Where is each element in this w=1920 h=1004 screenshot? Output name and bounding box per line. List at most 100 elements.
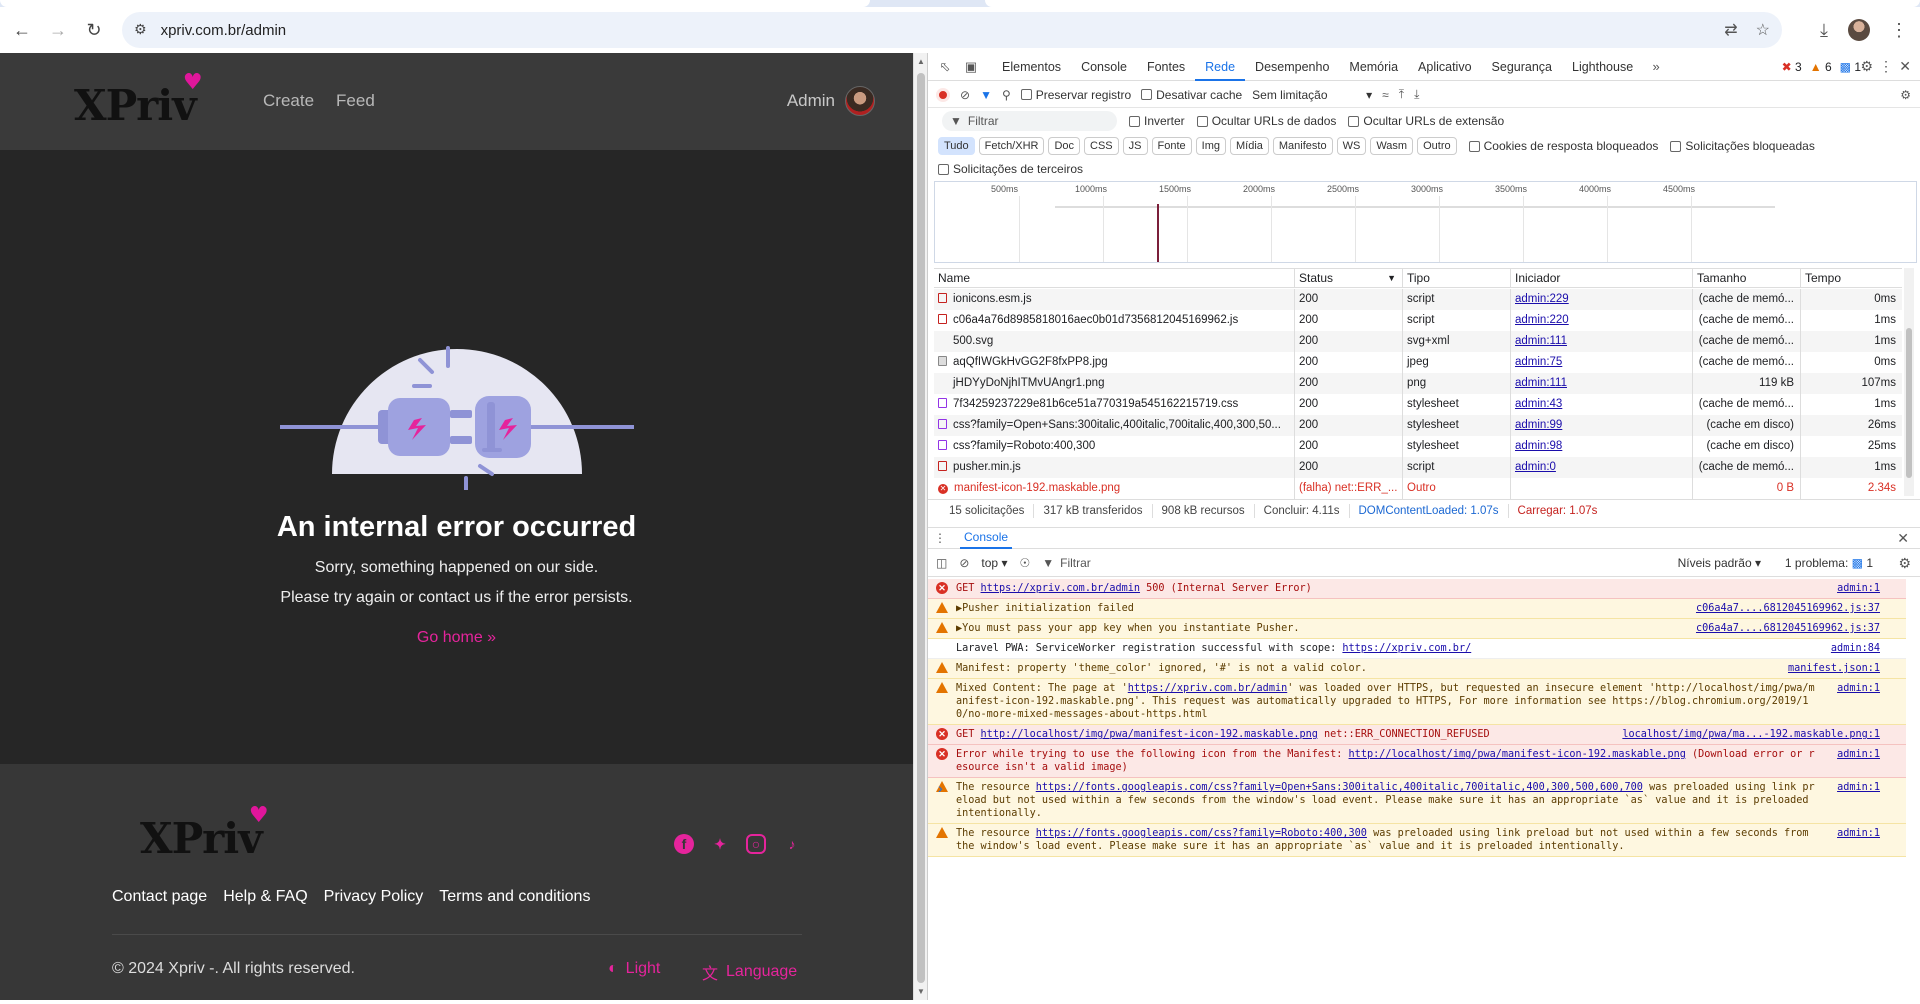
search-icon[interactable]: ⚲ [1002, 88, 1011, 102]
hide-extension-urls-checkbox[interactable]: Ocultar URLs de extensão [1348, 114, 1504, 128]
console-message-info[interactable]: Laravel PWA: ServiceWorker registration … [928, 639, 1906, 659]
back-icon[interactable]: ← [4, 12, 40, 48]
disable-cache-checkbox[interactable]: Desativar cache [1141, 88, 1242, 102]
user-name[interactable]: Admin [787, 91, 835, 111]
console-message-warning[interactable]: ▶Pusher initialization failed c06a4a7....… [928, 599, 1906, 619]
context-selector[interactable]: top ▾ [981, 556, 1007, 570]
tab-lighthouse[interactable]: Lighthouse [1562, 53, 1643, 81]
table-row[interactable]: ✕ manifest-icon-192.maskable.png (falha) n… [934, 478, 1902, 499]
cell-initiator[interactable]: admin:99 [1511, 415, 1693, 436]
cell-name[interactable]: aqQfIWGkHvGG2F8fxPP8.jpg [934, 352, 1295, 373]
close-drawer-icon[interactable]: ✕ [1897, 530, 1909, 547]
cell-name[interactable]: jHDYyDoNjhITMvUAngr1.png [934, 373, 1295, 394]
third-party-checkbox[interactable]: Solicitações de terceiros [938, 162, 1083, 176]
avatar[interactable] [845, 86, 875, 116]
column-time[interactable]: Tempo [1801, 269, 1902, 287]
cell-name[interactable]: css?family=Open+Sans:300italic,400italic… [934, 415, 1295, 436]
drawer-menu-icon[interactable]: ⋮ [934, 531, 946, 545]
nav-feed-link[interactable]: Feed [336, 91, 375, 111]
type-filter-fetch[interactable]: Fetch/XHR [978, 137, 1045, 155]
user-menu[interactable]: Admin [787, 86, 875, 116]
type-filter-js[interactable]: JS [1122, 137, 1148, 155]
settings-gear-icon[interactable]: ⚙ [1860, 58, 1873, 75]
clear-icon[interactable]: ⊘ [960, 88, 970, 102]
console-prompt[interactable]: › [938, 780, 943, 796]
tab-network[interactable]: Rede [1195, 53, 1246, 81]
cell-initiator[interactable]: admin:75 [1511, 352, 1693, 373]
console-message-error[interactable]: ✕ GET http://localhost/img/pwa/manifest-i… [928, 725, 1906, 745]
profile-avatar[interactable] [1848, 19, 1870, 41]
issue-count[interactable]: ▩ 1 [1840, 60, 1861, 74]
cell-initiator[interactable]: admin:0 [1511, 457, 1693, 478]
message-link[interactable]: https://fonts.googleapis.com/css?family=… [1036, 782, 1643, 793]
log-levels-select[interactable]: Níveis padrão ▾ [1678, 556, 1761, 570]
message-source-link[interactable]: admin:1 [1837, 827, 1880, 840]
scroll-down-icon[interactable]: ▼ [917, 987, 925, 996]
cell-name[interactable]: 500.svg [934, 331, 1295, 352]
type-filter-css[interactable]: CSS [1084, 137, 1119, 155]
warning-count[interactable]: ▲ 6 [1810, 60, 1832, 74]
inspect-icon[interactable]: ⬁ [932, 59, 958, 75]
page-scrollbar[interactable]: ▲ ▼ [913, 53, 927, 1000]
throttling-select[interactable]: Sem limitação ▾ [1252, 88, 1372, 102]
message-source-link[interactable]: admin:84 [1831, 642, 1880, 655]
reload-icon[interactable]: ↻ [76, 12, 112, 48]
message-source-link[interactable]: admin:1 [1837, 748, 1880, 761]
column-size[interactable]: Tamanho [1693, 269, 1801, 287]
message-source-link[interactable]: admin:1 [1837, 781, 1880, 794]
twitter-icon[interactable]: ✦ [710, 834, 730, 854]
record-icon[interactable] [936, 87, 950, 102]
invert-checkbox[interactable]: Inverter [1129, 114, 1185, 128]
translate-icon[interactable]: ⇄ [1724, 20, 1737, 40]
issue-counters[interactable]: ✖ 3 ▲ 6 ▩ 1 [1782, 60, 1861, 74]
console-message-warning[interactable]: Mixed Content: The page at 'https://xpri… [928, 679, 1906, 725]
table-row[interactable]: 500.svg 200 svg+xml admin:111 (cache de memó… [934, 331, 1902, 352]
site-info-icon[interactable]: ⚙ [134, 22, 147, 38]
issues-button[interactable]: 1 problema: ▩ 1 [1785, 556, 1873, 570]
close-devtools-icon[interactable]: ✕ [1899, 58, 1911, 75]
column-initiator[interactable]: Iniciador [1511, 269, 1693, 287]
devtools-menu-icon[interactable]: ⋮ [1879, 58, 1893, 75]
more-tabs-icon[interactable]: » [1643, 59, 1669, 74]
cell-initiator[interactable]: admin:98 [1511, 436, 1693, 457]
cell-name[interactable]: 7f34259237229e81b6ce51a770319a5451622157… [934, 394, 1295, 415]
table-row[interactable]: css?family=Roboto:400,300 200 stylesheet ad… [934, 436, 1902, 457]
type-filter-other[interactable]: Outro [1417, 137, 1457, 155]
footer-link-privacy[interactable]: Privacy Policy [324, 888, 424, 906]
table-row[interactable]: ionicons.esm.js 200 script admin:229 (cache … [934, 289, 1902, 310]
blocked-requests-checkbox[interactable]: Solicitações bloqueadas [1670, 139, 1815, 153]
bookmark-star-icon[interactable]: ☆ [1756, 20, 1770, 40]
footer-logo[interactable]: XPriv ♥ [140, 802, 269, 863]
tab-console[interactable]: Console [1071, 53, 1137, 81]
type-filter-img[interactable]: Img [1195, 137, 1226, 155]
cell-name[interactable]: ✕ manifest-icon-192.maskable.png [934, 478, 1295, 499]
url-text[interactable]: xpriv.com.br/admin [161, 22, 287, 39]
message-source-link[interactable]: admin:1 [1837, 682, 1880, 695]
type-filter-font[interactable]: Fonte [1151, 137, 1192, 155]
message-source-link[interactable]: localhost/img/pwa/ma...-192.maskable.png… [1622, 728, 1880, 741]
table-row[interactable]: aqQfIWGkHvGG2F8fxPP8.jpg 200 jpeg admin:75(… [934, 352, 1902, 373]
type-filter-doc[interactable]: Doc [1048, 137, 1081, 155]
console-message-warning[interactable]: The resource https://fonts.googleapis.co… [928, 824, 1906, 857]
site-logo[interactable]: XPriv ♥ [74, 69, 203, 130]
live-expression-eye-icon[interactable]: ☉ [1019, 556, 1030, 570]
device-toolbar-icon[interactable]: ▣ [958, 59, 984, 75]
console-message-error[interactable]: ✕ Error while trying to use the following… [928, 745, 1906, 778]
message-link[interactable]: https://xpriv.com.br/admin [981, 583, 1140, 594]
tab-application[interactable]: Aplicativo [1408, 53, 1482, 81]
hide-data-urls-checkbox[interactable]: Ocultar URLs de dados [1196, 114, 1336, 128]
message-link[interactable]: https://fonts.googleapis.com/css?family=… [1036, 828, 1367, 839]
network-conditions-icon[interactable]: ≈ [1382, 88, 1389, 102]
column-status[interactable]: Status ▼ [1295, 269, 1403, 287]
console-message-warning[interactable]: Manifest: property 'theme_color' ignored… [928, 659, 1906, 679]
download-icon[interactable]: ⤓ [1820, 20, 1828, 41]
clear-console-icon[interactable]: ⊘ [959, 556, 969, 570]
preserve-log-checkbox[interactable]: Preservar registro [1020, 88, 1131, 102]
message-source-link[interactable]: manifest.json:1 [1788, 662, 1880, 675]
message-link[interactable]: https://xpriv.com.br/admin [1128, 683, 1287, 694]
drawer-tab-console[interactable]: Console [960, 527, 1013, 549]
type-filter-ws[interactable]: WS [1336, 137, 1367, 155]
table-row[interactable]: pusher.min.js 200 script admin:0 (cache de m… [934, 457, 1902, 478]
table-row[interactable]: c06a4a76d8985818016aec0b01d7356812045169… [934, 310, 1902, 331]
instagram-icon[interactable]: ○ [746, 834, 766, 854]
